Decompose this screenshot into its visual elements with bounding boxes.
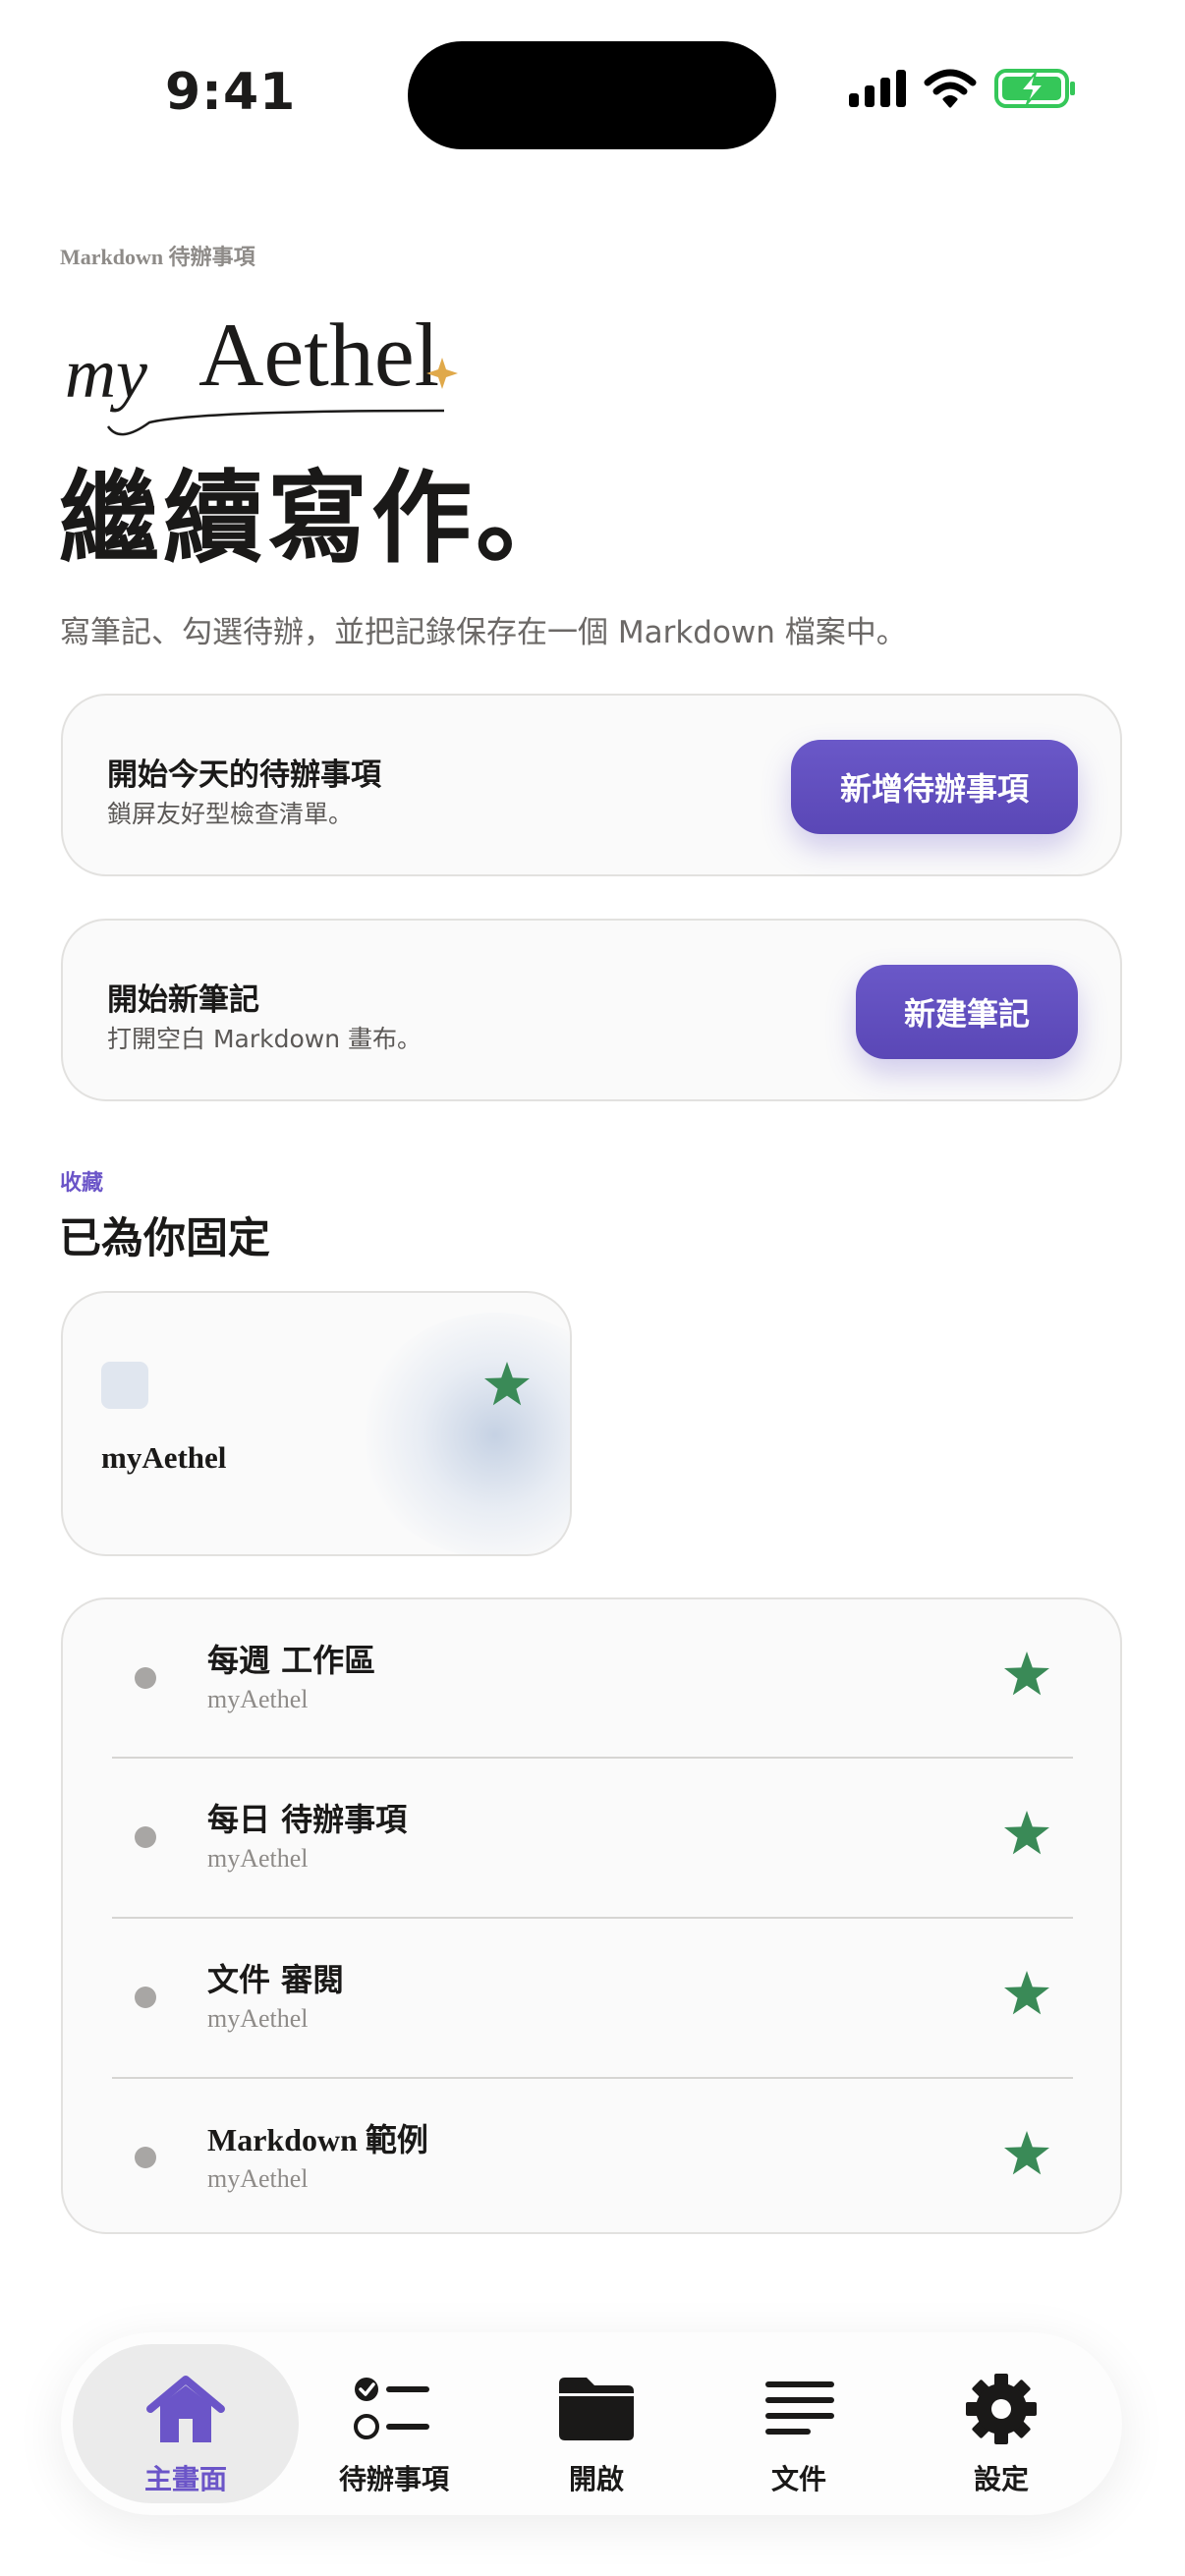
favorites-eyebrow: 收藏 xyxy=(60,1171,104,1196)
tab-settings[interactable]: 設定 xyxy=(888,2344,1114,2503)
app-logo: my Aethel xyxy=(61,305,474,448)
svg-text:Aethel: Aethel xyxy=(198,307,439,405)
star-icon[interactable] xyxy=(1003,1971,1050,2016)
bullet-icon xyxy=(135,1826,156,1848)
home-icon xyxy=(146,2376,225,2442)
wifi-icon xyxy=(924,69,977,108)
start-todo-title: 開始今天的待辦事項 xyxy=(107,757,381,793)
tab-documents[interactable]: 文件 xyxy=(686,2344,912,2503)
header-eyebrow: Markdown 待辦事項 xyxy=(60,245,255,269)
pinned-card-glow xyxy=(358,1313,570,1554)
list-item[interactable]: 每週 工作區 myAethel xyxy=(63,1599,1120,1759)
folder-icon xyxy=(559,2378,634,2440)
tab-bar: 主畫面 待辦事項 開啟 文件 設定 xyxy=(61,2332,1122,2515)
list-item-title: 每日 待辦事項 xyxy=(207,1801,408,1838)
battery-charging-icon xyxy=(994,69,1075,108)
list-item[interactable]: Markdown 範例 myAethel xyxy=(63,2079,1120,2238)
checklist-icon xyxy=(354,2378,429,2439)
start-note-title: 開始新筆記 xyxy=(107,982,259,1018)
new-note-button[interactable]: 新建筆記 xyxy=(856,965,1078,1059)
list-item-title: Markdown 範例 xyxy=(207,2122,428,2157)
tab-open[interactable]: 開啟 xyxy=(483,2344,709,2503)
start-todo-card: 開始今天的待辦事項 鎖屏友好型檢查清單。 新增待辦事項 xyxy=(61,694,1122,876)
list-item-title: 每週 工作區 xyxy=(207,1642,376,1679)
page-title: 繼續寫作。 xyxy=(59,461,580,578)
list-item[interactable]: 每日 待辦事項 myAethel xyxy=(63,1759,1120,1918)
list-item-subtitle: myAethel xyxy=(207,1685,309,1713)
tab-todos[interactable]: 待辦事項 xyxy=(281,2344,507,2503)
star-icon[interactable] xyxy=(1003,1652,1050,1697)
bullet-icon xyxy=(135,1987,156,2008)
tab-home[interactable]: 主畫面 xyxy=(73,2344,299,2503)
bullet-icon xyxy=(135,1667,156,1689)
page-subtitle: 寫筆記、勾選待辦，並把記錄保存在一個 Markdown 檔案中。 xyxy=(60,615,907,650)
tab-label: 主畫面 xyxy=(143,2463,227,2495)
list-item-subtitle: myAethel xyxy=(207,2004,309,2033)
gear-icon xyxy=(966,2374,1037,2444)
star-icon[interactable] xyxy=(483,1362,531,1407)
svg-text:my: my xyxy=(65,334,147,413)
favorites-list: 每週 工作區 myAethel 每日 待辦事項 myAethel 文件 審閱 m… xyxy=(61,1597,1122,2234)
list-item-subtitle: myAethel xyxy=(207,1844,309,1873)
start-note-subtitle: 打開空白 Markdown 畫布。 xyxy=(107,1025,422,1053)
favorites-title: 已為你固定 xyxy=(59,1214,270,1263)
bullet-icon xyxy=(135,2147,156,2168)
tab-label: 開啟 xyxy=(568,2463,624,2495)
pinned-card-name: myAethel xyxy=(101,1440,227,1475)
status-time: 9:41 xyxy=(165,63,297,122)
list-item-subtitle: myAethel xyxy=(207,2164,309,2193)
pinned-card[interactable]: myAethel xyxy=(61,1291,572,1556)
start-todo-subtitle: 鎖屏友好型檢查清單。 xyxy=(107,800,354,828)
star-icon[interactable] xyxy=(1003,2131,1050,2176)
pinned-card-thumbnail xyxy=(101,1362,148,1409)
star-icon[interactable] xyxy=(1003,1811,1050,1856)
start-note-card: 開始新筆記 打開空白 Markdown 畫布。 新建筆記 xyxy=(61,919,1122,1101)
list-item[interactable]: 文件 審閱 myAethel xyxy=(63,1919,1120,2078)
tab-label: 文件 xyxy=(770,2463,826,2495)
status-icons xyxy=(849,69,1077,108)
dynamic-island xyxy=(408,41,776,149)
add-todo-button[interactable]: 新增待辦事項 xyxy=(791,740,1078,834)
cellular-signal-icon xyxy=(849,70,906,107)
tab-label: 待辦事項 xyxy=(338,2463,449,2495)
tab-label: 設定 xyxy=(973,2463,1029,2495)
document-lines-icon xyxy=(765,2381,834,2435)
list-item-title: 文件 審閱 xyxy=(207,1961,345,1998)
